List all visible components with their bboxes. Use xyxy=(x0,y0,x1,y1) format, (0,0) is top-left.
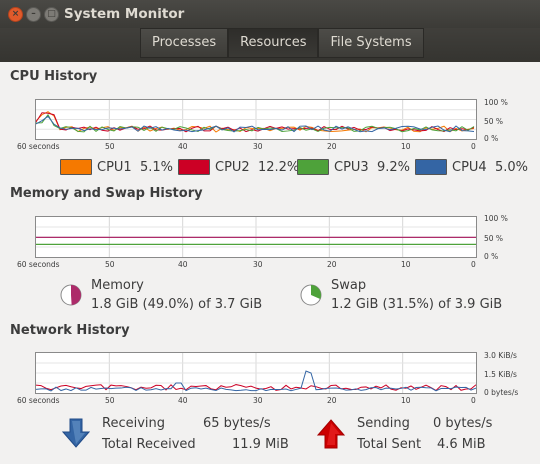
cpu-y-tick-100: 100 % xyxy=(484,98,508,107)
cpu-y-tick-0: 0 % xyxy=(484,134,499,143)
net-x-tick-30: 30 xyxy=(253,396,263,405)
cpu2-value: 12.2% xyxy=(257,159,300,175)
swap-label: Swap xyxy=(331,278,367,293)
network-history-title: Network History xyxy=(10,323,130,338)
mem-x-tick-40: 40 xyxy=(178,260,188,269)
cpu2-label: CPU2 xyxy=(215,159,250,175)
cpu4-legend: CPU4 5.0% xyxy=(415,159,528,175)
mem-x-tick-30: 30 xyxy=(253,260,263,269)
cpu-x-tick-50: 50 xyxy=(105,142,115,151)
total-sent-label: Total Sent xyxy=(357,437,422,452)
arrow-up-icon[interactable] xyxy=(316,419,346,449)
cpu1-color-swatch[interactable] xyxy=(60,159,92,175)
cpu-history-graph xyxy=(35,99,477,140)
cpu3-legend: CPU3 9.2% xyxy=(297,159,410,175)
net-x-tick-40: 40 xyxy=(178,396,188,405)
tab-processes[interactable]: Processes xyxy=(140,28,229,58)
minimize-icon[interactable]: – xyxy=(26,7,41,22)
cpu-x-tick-60: 60 seconds xyxy=(17,142,60,151)
window-title: System Monitor xyxy=(64,6,185,22)
tab-file-systems[interactable]: File Systems xyxy=(318,28,424,58)
net-y-tick-mid: 1.5 KiB/s xyxy=(484,370,517,379)
sending-value: 0 bytes/s xyxy=(433,416,493,431)
mem-y-tick-50: 50 % xyxy=(484,234,504,243)
cpu1-legend: CPU1 5.1% xyxy=(60,159,173,175)
sending-label: Sending xyxy=(357,416,410,431)
total-received-value: 11.9 MiB xyxy=(232,437,289,452)
network-history-graph xyxy=(35,352,477,394)
net-x-tick-20: 20 xyxy=(327,396,337,405)
cpu3-color-swatch[interactable] xyxy=(297,159,329,175)
arrow-down-icon[interactable] xyxy=(61,418,91,448)
cpu-y-tick-50: 50 % xyxy=(484,117,504,126)
receiving-label: Receiving xyxy=(102,416,166,431)
memory-label: Memory xyxy=(91,278,144,293)
net-x-tick-0: 0 xyxy=(471,396,476,405)
swap-value: 1.2 GiB (31.5%) of 3.9 GiB xyxy=(331,297,503,312)
total-received-label: Total Received xyxy=(102,437,196,452)
tab-bar: Processes Resources File Systems xyxy=(140,28,424,58)
maximize-icon[interactable]: □ xyxy=(44,7,59,22)
mem-x-tick-50: 50 xyxy=(105,260,115,269)
mem-x-tick-0: 0 xyxy=(471,260,476,269)
cpu2-color-swatch[interactable] xyxy=(178,159,210,175)
net-x-tick-10: 10 xyxy=(401,396,411,405)
total-sent-value: 4.6 MiB xyxy=(437,437,486,452)
net-y-tick-0: 0 bytes/s xyxy=(484,388,519,397)
cpu4-value: 5.0% xyxy=(494,159,528,175)
memory-history-title: Memory and Swap History xyxy=(10,186,203,201)
swap-pie-icon[interactable] xyxy=(300,284,322,306)
receiving-value: 65 bytes/s xyxy=(203,416,271,431)
title-bar: × – □ System Monitor xyxy=(0,0,540,28)
cpu-x-tick-40: 40 xyxy=(178,142,188,151)
cpu-x-tick-20: 20 xyxy=(327,142,337,151)
cpu-x-tick-30: 30 xyxy=(253,142,263,151)
cpu3-value: 9.2% xyxy=(376,159,410,175)
net-y-tick-max: 3.0 KiB/s xyxy=(484,351,517,360)
close-icon[interactable]: × xyxy=(8,7,23,22)
mem-x-tick-20: 20 xyxy=(327,260,337,269)
mem-x-tick-60: 60 seconds xyxy=(17,260,60,269)
cpu1-label: CPU1 xyxy=(97,159,132,175)
memory-value: 1.8 GiB (49.0%) of 3.7 GiB xyxy=(91,297,263,312)
net-x-tick-60: 60 seconds xyxy=(17,396,60,405)
cpu-x-tick-10: 10 xyxy=(401,142,411,151)
cpu-history-title: CPU History xyxy=(10,69,98,84)
mem-y-tick-0: 0 % xyxy=(484,252,499,261)
mem-y-tick-100: 100 % xyxy=(484,214,508,223)
memory-pie-icon[interactable] xyxy=(60,284,82,306)
cpu4-color-swatch[interactable] xyxy=(415,159,447,175)
mem-x-tick-10: 10 xyxy=(401,260,411,269)
net-x-tick-50: 50 xyxy=(105,396,115,405)
cpu3-label: CPU3 xyxy=(334,159,369,175)
cpu-x-tick-0: 0 xyxy=(471,142,476,151)
cpu2-legend: CPU2 12.2% xyxy=(178,159,299,175)
cpu4-label: CPU4 xyxy=(452,159,487,175)
tab-resources[interactable]: Resources xyxy=(228,28,319,58)
memory-history-graph xyxy=(35,216,477,258)
cpu1-value: 5.1% xyxy=(139,159,173,175)
